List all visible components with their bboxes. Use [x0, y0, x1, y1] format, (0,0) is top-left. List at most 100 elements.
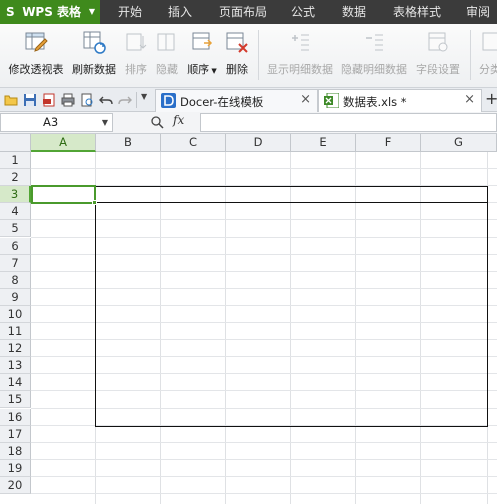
doc-tab-title: 数据表.xls *: [343, 95, 407, 109]
category-icon: [482, 32, 497, 51]
toolbar-divider: [136, 92, 137, 108]
field-settings-label: 字段设置: [416, 63, 460, 76]
tab-table-style[interactable]: 表格样式: [393, 0, 441, 24]
field-settings-button[interactable]: 字段设置: [414, 28, 462, 84]
row-header[interactable]: 2: [0, 169, 31, 187]
sort-icon: [126, 33, 147, 51]
select-all-corner[interactable]: [0, 134, 31, 152]
zoom-search-icon[interactable]: [150, 115, 164, 129]
chevron-down-icon[interactable]: ▼: [102, 114, 108, 131]
row-header[interactable]: 19: [0, 459, 31, 477]
column-header-a[interactable]: A: [31, 134, 96, 152]
row-header[interactable]: 6: [0, 237, 31, 255]
row-header[interactable]: 3: [0, 186, 31, 204]
row-header[interactable]: 12: [0, 340, 31, 358]
order-button[interactable]: 顺序 ▼: [185, 28, 219, 84]
tab-page-layout[interactable]: 页面布局: [219, 0, 267, 24]
delete-button[interactable]: 删除: [223, 28, 251, 84]
edit-pivot-button[interactable]: 修改透视表: [6, 28, 66, 84]
delete-label: 删除: [226, 63, 248, 76]
delete-icon: [226, 32, 248, 53]
hide-icon: [157, 33, 175, 51]
row-header[interactable]: 7: [0, 254, 31, 272]
print-icon[interactable]: [61, 93, 75, 107]
sort-button[interactable]: 排序: [122, 28, 150, 84]
row-header[interactable]: 4: [0, 203, 31, 221]
cell-area[interactable]: [31, 152, 497, 504]
show-detail-label: 显示明细数据: [267, 63, 333, 76]
app-button-label: WPS 表格: [22, 5, 82, 19]
name-box-value: A3: [43, 115, 59, 129]
insert-function-button[interactable]: fx: [173, 113, 184, 127]
refresh-data-icon: [83, 31, 106, 54]
row-header[interactable]: 16: [0, 408, 31, 426]
row-header[interactable]: 10: [0, 305, 31, 323]
gridline: [31, 458, 497, 460]
formula-input[interactable]: [200, 113, 497, 132]
tab-review[interactable]: 审阅: [466, 0, 490, 24]
close-icon[interactable]: ×: [464, 92, 475, 107]
row-header[interactable]: 18: [0, 442, 31, 460]
gridline: [31, 475, 497, 477]
spreadsheet-file-icon: [324, 93, 339, 108]
hide-label: 隐藏: [156, 63, 178, 76]
redo-icon[interactable]: [118, 93, 132, 107]
ribbon-divider: [258, 30, 259, 80]
spreadsheet-grid: A B C D E F G 1 2 3 4 5 6 7 8 9 10 11 12…: [0, 134, 497, 504]
tab-data[interactable]: 数据: [342, 0, 366, 24]
ribbon-toolbar: 修改透视表 刷新数据 排序 隐藏 顺序 ▼ 删除 显示明细数据 隐藏明细数据 字…: [0, 24, 497, 88]
column-header-b[interactable]: B: [96, 134, 161, 152]
refresh-data-label: 刷新数据: [72, 63, 116, 76]
pivot-table-border: [95, 186, 488, 427]
export-pdf-icon[interactable]: [42, 93, 56, 107]
tab-formula[interactable]: 公式: [291, 0, 315, 24]
new-tab-button[interactable]: +: [485, 89, 497, 108]
fill-handle[interactable]: [92, 200, 97, 205]
row-header[interactable]: 17: [0, 425, 31, 443]
column-header-c[interactable]: C: [161, 134, 226, 152]
row-header[interactable]: 8: [0, 271, 31, 289]
row-header[interactable]: 15: [0, 391, 31, 409]
menu-bar: S WPS 表格 ▼ 开始 插入 页面布局 公式 数据 表格样式 审阅: [0, 0, 497, 24]
order-label: 顺序 ▼: [187, 63, 217, 76]
show-detail-icon: [292, 34, 309, 51]
undo-icon[interactable]: [99, 93, 113, 107]
doc-tab-docer[interactable]: Docer-在线模板 ×: [155, 89, 318, 112]
tab-insert[interactable]: 插入: [168, 0, 192, 24]
edit-pivot-label: 修改透视表: [8, 63, 64, 76]
column-header-d[interactable]: D: [226, 134, 291, 152]
row-header[interactable]: 13: [0, 357, 31, 375]
show-detail-button[interactable]: 显示明细数据: [266, 28, 334, 84]
active-cell-a3[interactable]: [31, 185, 96, 204]
column-header-f[interactable]: F: [356, 134, 421, 152]
open-folder-icon[interactable]: [4, 93, 18, 107]
quick-access-bar: ▼ Docer-在线模板 × 数据表.xls * × +: [0, 88, 497, 112]
customize-dropdown-icon[interactable]: ▼: [141, 92, 147, 101]
row-header[interactable]: 1: [0, 152, 31, 170]
gridline: [31, 168, 497, 170]
print-preview-icon[interactable]: [80, 93, 94, 107]
row-header[interactable]: 14: [0, 374, 31, 392]
category-label: 分类: [479, 63, 497, 76]
chevron-down-icon: ▼: [88, 7, 95, 16]
save-icon[interactable]: [23, 93, 37, 107]
docer-icon: [161, 93, 176, 108]
row-header[interactable]: 5: [0, 220, 31, 238]
column-header-g[interactable]: G: [421, 134, 497, 152]
row-header[interactable]: 11: [0, 323, 31, 341]
close-icon[interactable]: ×: [300, 92, 311, 107]
doc-tab-spreadsheet[interactable]: 数据表.xls * ×: [318, 89, 482, 112]
refresh-data-button[interactable]: 刷新数据: [70, 28, 118, 84]
row-header[interactable]: 9: [0, 288, 31, 306]
tab-home[interactable]: 开始: [118, 0, 142, 24]
category-button[interactable]: 分类: [476, 28, 497, 84]
wps-app-button[interactable]: S WPS 表格 ▼: [0, 0, 100, 24]
hide-button[interactable]: 隐藏: [153, 28, 181, 84]
column-header-e[interactable]: E: [291, 134, 356, 152]
row-header[interactable]: 20: [0, 476, 31, 494]
name-box[interactable]: A3 ▼: [0, 113, 113, 132]
field-settings-icon: [428, 32, 448, 52]
edit-pivot-icon: [25, 32, 48, 52]
formula-bar: A3 ▼ fx: [0, 112, 497, 134]
hide-detail-button[interactable]: 隐藏明细数据: [340, 28, 408, 84]
